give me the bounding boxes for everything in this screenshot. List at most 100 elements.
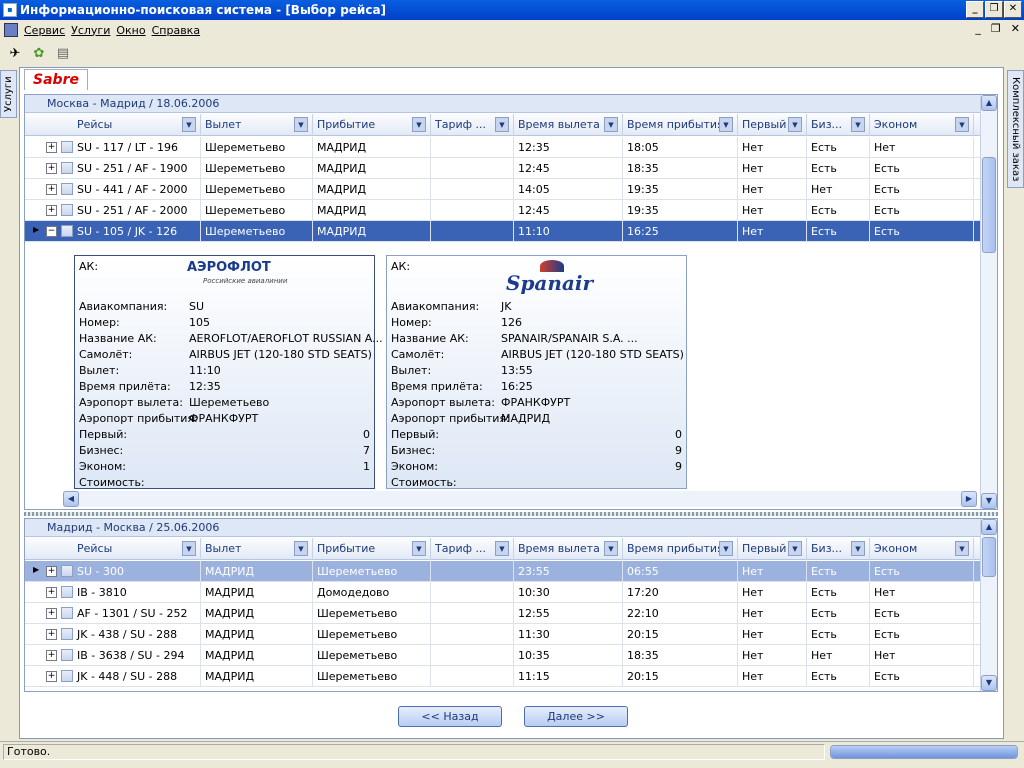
table-row[interactable]: + AF - 1301 / SU - 252 МАДРИД Шереметьево 12…: [25, 603, 981, 624]
chevron-down-icon[interactable]: ▼: [719, 541, 733, 556]
row-checkbox[interactable]: [61, 183, 73, 195]
minimize-button[interactable]: _: [966, 1, 984, 18]
table-row[interactable]: + SU - 117 / LT - 196 Шереметьево МАДРИД 12:…: [25, 137, 981, 158]
table-row[interactable]: + IB - 3810 МАДРИД Домодедово 10:30 17:20 Нет Е…: [25, 582, 981, 603]
chevron-down-icon[interactable]: ▼: [788, 117, 802, 132]
chevron-down-icon[interactable]: ▼: [294, 541, 308, 556]
chevron-down-icon[interactable]: ▼: [851, 541, 865, 556]
scroll-thumb[interactable]: [982, 537, 996, 577]
column-header[interactable]: Вылет ▼: [201, 114, 313, 136]
expand-icon[interactable]: +: [46, 671, 57, 682]
chevron-down-icon[interactable]: ▼: [719, 117, 733, 132]
expand-icon[interactable]: +: [46, 629, 57, 640]
table-row[interactable]: + IB - 3638 / SU - 294 МАДРИД Шереметьево 10…: [25, 645, 981, 666]
column-header[interactable]: Рейсы ▼: [73, 114, 201, 136]
column-header[interactable]: Тариф ... ▼: [431, 114, 514, 136]
column-header[interactable]: Прибытие ▼: [313, 114, 431, 136]
row-checkbox[interactable]: [61, 670, 73, 682]
table-row[interactable]: + SU - 251 / AF - 1900 Шереметьево МАДРИД 12…: [25, 158, 981, 179]
scroll-left-button[interactable]: ◀: [63, 491, 79, 507]
expand-icon[interactable]: +: [46, 650, 57, 661]
menu-help[interactable]: Справка: [152, 24, 200, 37]
chevron-down-icon[interactable]: ▼: [412, 541, 426, 556]
chevron-down-icon[interactable]: ▼: [182, 541, 196, 556]
expand-icon[interactable]: +: [46, 587, 57, 598]
column-header[interactable]: Эконом ▼: [870, 538, 974, 560]
gear-icon[interactable]: ✿: [30, 45, 48, 63]
row-checkbox[interactable]: [61, 162, 73, 174]
chevron-down-icon[interactable]: ▼: [604, 117, 618, 132]
side-tab-complex-order[interactable]: Комплексный заказ: [1007, 70, 1024, 188]
maximize-button[interactable]: ❐: [985, 1, 1003, 18]
vertical-scrollbar[interactable]: ▲ ▼: [980, 519, 997, 691]
printer-icon[interactable]: ▤: [54, 45, 72, 63]
mdi-close-button[interactable]: ✕: [1011, 22, 1020, 35]
row-checkbox[interactable]: [61, 649, 73, 661]
vertical-scrollbar[interactable]: ▲ ▼: [980, 95, 997, 509]
column-header[interactable]: Рейсы ▼: [73, 538, 201, 560]
chevron-down-icon[interactable]: ▼: [412, 117, 426, 132]
expand-icon[interactable]: +: [46, 184, 57, 195]
row-checkbox[interactable]: [61, 607, 73, 619]
row-checkbox[interactable]: [61, 225, 73, 237]
column-header[interactable]: Вылет ▼: [201, 538, 313, 560]
collapse-icon[interactable]: −: [46, 226, 57, 237]
column-header[interactable]: Прибытие ▼: [313, 538, 431, 560]
chevron-down-icon[interactable]: ▼: [495, 117, 509, 132]
menu-services[interactable]: Услуги: [71, 24, 110, 37]
table-row[interactable]: + JK - 448 / SU - 288 МАДРИД Шереметьево 11:…: [25, 666, 981, 687]
table-row[interactable]: ▶ + SU - 300 МАДРИД Шереметьево 23:55 06:55 Нет…: [25, 561, 981, 582]
chevron-down-icon[interactable]: ▼: [182, 117, 196, 132]
scroll-down-button[interactable]: ▼: [981, 493, 997, 509]
column-header[interactable]: Тариф ... ▼: [431, 538, 514, 560]
close-button[interactable]: ✕: [1004, 1, 1022, 18]
expand-icon[interactable]: +: [46, 142, 57, 153]
row-checkbox[interactable]: [61, 565, 73, 577]
scroll-up-button[interactable]: ▲: [981, 519, 997, 535]
chevron-down-icon[interactable]: ▼: [294, 117, 308, 132]
column-header[interactable]: Время прибытия ▼: [623, 538, 738, 560]
mdi-restore-button[interactable]: ❐: [991, 22, 1001, 35]
chevron-down-icon[interactable]: ▼: [955, 541, 969, 556]
mdi-minimize-button[interactable]: _: [975, 22, 981, 35]
grid-splitter[interactable]: [24, 512, 998, 516]
side-tab-services[interactable]: Услуги: [0, 70, 17, 118]
column-header[interactable]: Время прибытия ▼: [623, 114, 738, 136]
column-header[interactable]: Эконом ▼: [870, 114, 974, 136]
scroll-down-button[interactable]: ▼: [981, 675, 997, 691]
menu-window[interactable]: Окно: [116, 24, 145, 37]
row-checkbox[interactable]: [61, 586, 73, 598]
row-checkbox[interactable]: [61, 141, 73, 153]
table-row[interactable]: + JK - 438 / SU - 288 МАДРИД Шереметьево 11:…: [25, 624, 981, 645]
column-header[interactable]: Биз... ▼: [807, 538, 870, 560]
scroll-right-button[interactable]: ▶: [961, 491, 977, 507]
expand-icon[interactable]: +: [46, 608, 57, 619]
scroll-thumb[interactable]: [982, 157, 996, 253]
column-header[interactable]: Время вылета ▼: [514, 114, 623, 136]
row-checkbox[interactable]: [61, 204, 73, 216]
table-row[interactable]: ▶ − SU - 105 / JK - 126 Шереметьево МАДРИД 11…: [25, 221, 981, 242]
expand-icon[interactable]: +: [46, 566, 57, 577]
column-header[interactable]: Первый ▼: [738, 538, 807, 560]
scroll-up-button[interactable]: ▲: [981, 95, 997, 111]
chevron-down-icon[interactable]: ▼: [495, 541, 509, 556]
back-button[interactable]: << Назад: [398, 706, 502, 727]
plane-icon[interactable]: ✈: [6, 45, 24, 63]
table-row[interactable]: + SU - 251 / AF - 2000 Шереметьево МАДРИД 12…: [25, 200, 981, 221]
document-icon[interactable]: [4, 23, 18, 37]
chevron-down-icon[interactable]: ▼: [851, 117, 865, 132]
expand-icon[interactable]: +: [46, 205, 57, 216]
tab-sabre[interactable]: Sabre: [24, 69, 88, 90]
row-checkbox[interactable]: [61, 628, 73, 640]
chevron-down-icon[interactable]: ▼: [604, 541, 618, 556]
chevron-down-icon[interactable]: ▼: [955, 117, 969, 132]
column-header[interactable]: Время вылета ▼: [514, 538, 623, 560]
column-header[interactable]: Биз... ▼: [807, 114, 870, 136]
menu-service[interactable]: Сервис: [24, 24, 65, 37]
expand-icon[interactable]: +: [46, 163, 57, 174]
table-row[interactable]: + SU - 441 / AF - 2000 Шереметьево МАДРИД 14…: [25, 179, 981, 200]
next-button[interactable]: Далее >>: [524, 706, 628, 727]
chevron-down-icon[interactable]: ▼: [788, 541, 802, 556]
column-header[interactable]: Первый ▼: [738, 114, 807, 136]
horizontal-scrollbar[interactable]: ◀ ▶: [63, 491, 977, 507]
